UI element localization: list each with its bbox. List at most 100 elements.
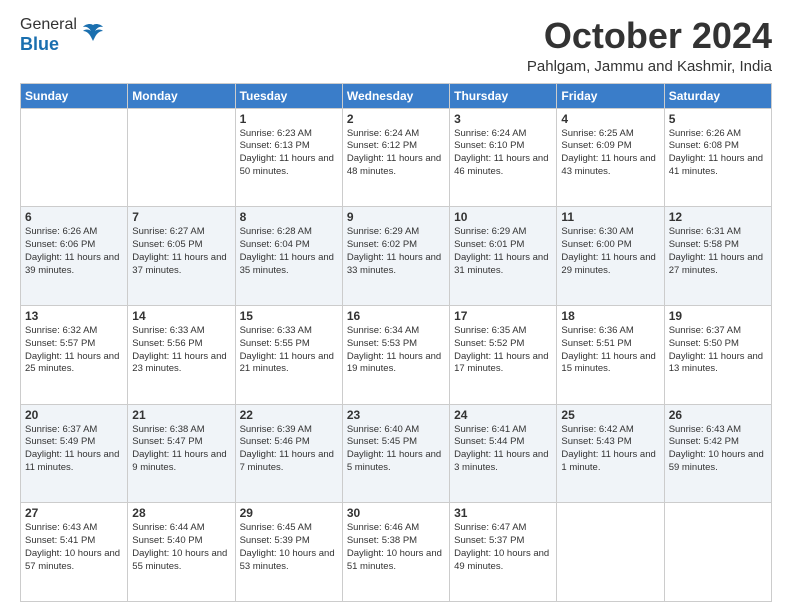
day-number: 23 — [347, 408, 445, 422]
day-number: 16 — [347, 309, 445, 323]
cell-info: Sunrise: 6:39 AM Sunset: 5:46 PM Dayligh… — [240, 424, 338, 475]
cell-info: Sunrise: 6:41 AM Sunset: 5:44 PM Dayligh… — [454, 424, 552, 475]
day-number: 19 — [669, 309, 767, 323]
table-row: 12 Sunrise: 6:31 AM Sunset: 5:58 PM Dayli… — [664, 207, 771, 306]
table-row: 14Sunrise: 6:33 AM Sunset: 5:56 PM Dayli… — [128, 305, 235, 404]
cell-info: Sunrise: 6:42 AM Sunset: 5:43 PM Dayligh… — [561, 424, 659, 475]
day-number: 17 — [454, 309, 552, 323]
cell-info: Sunrise: 6:38 AM Sunset: 5:47 PM Dayligh… — [132, 424, 230, 475]
cell-info: Sunrise: 6:43 AM Sunset: 5:42 PM Dayligh… — [669, 424, 767, 475]
col-sunday: Sunday — [21, 83, 128, 108]
table-row: 27 Sunrise: 6:43 AM Sunset: 5:41 PM Dayli… — [21, 503, 128, 602]
day-number: 21 — [132, 408, 230, 422]
table-row: 20Sunrise: 6:37 AM Sunset: 5:49 PM Dayli… — [21, 404, 128, 503]
day-number: 30 — [347, 506, 445, 520]
col-tuesday: Tuesday — [235, 83, 342, 108]
table-row: 3 Sunrise: 6:24 AM Sunset: 6:10 PM Daylig… — [450, 108, 557, 207]
cell-info: Sunrise: 6:24 AM Sunset: 6:10 PM Dayligh… — [454, 128, 552, 179]
day-number: 12 — [669, 210, 767, 224]
calendar: Sunday Monday Tuesday Wednesday Thursday… — [20, 83, 772, 602]
day-number: 10 — [454, 210, 552, 224]
table-row: 1Sunrise: 6:23 AM Sunset: 6:13 PM Daylig… — [235, 108, 342, 207]
cell-info: Sunrise: 6:28 AM Sunset: 6:04 PM Dayligh… — [240, 226, 338, 277]
day-number: 25 — [561, 408, 659, 422]
day-number: 28 — [132, 506, 230, 520]
header: General Blue October 2024 Pahlgam, Jammu… — [20, 16, 772, 75]
calendar-week-row: 27 Sunrise: 6:43 AM Sunset: 5:41 PM Dayli… — [21, 503, 772, 602]
logo-general: General — [20, 16, 77, 33]
logo-blue: Blue — [20, 34, 59, 54]
day-number: 4 — [561, 112, 659, 126]
table-row — [21, 108, 128, 207]
table-row: 22Sunrise: 6:39 AM Sunset: 5:46 PM Dayli… — [235, 404, 342, 503]
cell-info: Sunrise: 6:26 AM Sunset: 6:08 PM Dayligh… — [669, 128, 767, 179]
calendar-week-row: 6 Sunrise: 6:26 AM Sunset: 6:06 PM Daylig… — [21, 207, 772, 306]
table-row: 8 Sunrise: 6:28 AM Sunset: 6:04 PM Daylig… — [235, 207, 342, 306]
cell-info: Sunrise: 6:32 AM Sunset: 5:57 PM Dayligh… — [25, 325, 123, 376]
table-row: 5 Sunrise: 6:26 AM Sunset: 6:08 PM Daylig… — [664, 108, 771, 207]
cell-info: Sunrise: 6:27 AM Sunset: 6:05 PM Dayligh… — [132, 226, 230, 277]
table-row: 26Sunrise: 6:43 AM Sunset: 5:42 PM Dayli… — [664, 404, 771, 503]
title-block: October 2024 Pahlgam, Jammu and Kashmir,… — [527, 16, 772, 75]
calendar-week-row: 1Sunrise: 6:23 AM Sunset: 6:13 PM Daylig… — [21, 108, 772, 207]
table-row: 21 Sunrise: 6:38 AM Sunset: 5:47 PM Dayli… — [128, 404, 235, 503]
cell-info: Sunrise: 6:23 AM Sunset: 6:13 PM Dayligh… — [240, 128, 338, 179]
calendar-week-row: 20Sunrise: 6:37 AM Sunset: 5:49 PM Dayli… — [21, 404, 772, 503]
cell-info: Sunrise: 6:26 AM Sunset: 6:06 PM Dayligh… — [25, 226, 123, 277]
day-number: 29 — [240, 506, 338, 520]
table-row: 13 Sunrise: 6:32 AM Sunset: 5:57 PM Dayli… — [21, 305, 128, 404]
table-row: 31Sunrise: 6:47 AM Sunset: 5:37 PM Dayli… — [450, 503, 557, 602]
table-row: 10Sunrise: 6:29 AM Sunset: 6:01 PM Dayli… — [450, 207, 557, 306]
calendar-body: 1Sunrise: 6:23 AM Sunset: 6:13 PM Daylig… — [21, 108, 772, 601]
cell-info: Sunrise: 6:24 AM Sunset: 6:12 PM Dayligh… — [347, 128, 445, 179]
table-row: 15 Sunrise: 6:33 AM Sunset: 5:55 PM Dayli… — [235, 305, 342, 404]
table-row: 19 Sunrise: 6:37 AM Sunset: 5:50 PM Dayli… — [664, 305, 771, 404]
table-row: 28Sunrise: 6:44 AM Sunset: 5:40 PM Dayli… — [128, 503, 235, 602]
table-row: 23 Sunrise: 6:40 AM Sunset: 5:45 PM Dayli… — [342, 404, 449, 503]
day-number: 8 — [240, 210, 338, 224]
day-number: 18 — [561, 309, 659, 323]
cell-info: Sunrise: 6:43 AM Sunset: 5:41 PM Dayligh… — [25, 522, 123, 573]
day-number: 7 — [132, 210, 230, 224]
cell-info: Sunrise: 6:40 AM Sunset: 5:45 PM Dayligh… — [347, 424, 445, 475]
cell-info: Sunrise: 6:46 AM Sunset: 5:38 PM Dayligh… — [347, 522, 445, 573]
day-number: 13 — [25, 309, 123, 323]
day-number: 31 — [454, 506, 552, 520]
calendar-week-row: 13 Sunrise: 6:32 AM Sunset: 5:57 PM Dayli… — [21, 305, 772, 404]
day-number: 15 — [240, 309, 338, 323]
cell-info: Sunrise: 6:37 AM Sunset: 5:50 PM Dayligh… — [669, 325, 767, 376]
cell-info: Sunrise: 6:30 AM Sunset: 6:00 PM Dayligh… — [561, 226, 659, 277]
cell-info: Sunrise: 6:37 AM Sunset: 5:49 PM Dayligh… — [25, 424, 123, 475]
cell-info: Sunrise: 6:45 AM Sunset: 5:39 PM Dayligh… — [240, 522, 338, 573]
page: General Blue October 2024 Pahlgam, Jammu… — [0, 0, 792, 612]
table-row: 9Sunrise: 6:29 AM Sunset: 6:02 PM Daylig… — [342, 207, 449, 306]
logo-text: General Blue — [20, 16, 77, 55]
cell-info: Sunrise: 6:31 AM Sunset: 5:58 PM Dayligh… — [669, 226, 767, 277]
day-number: 27 — [25, 506, 123, 520]
cell-info: Sunrise: 6:29 AM Sunset: 6:02 PM Dayligh… — [347, 226, 445, 277]
table-row: 7 Sunrise: 6:27 AM Sunset: 6:05 PM Daylig… — [128, 207, 235, 306]
table-row: 25 Sunrise: 6:42 AM Sunset: 5:43 PM Dayli… — [557, 404, 664, 503]
table-row: 6 Sunrise: 6:26 AM Sunset: 6:06 PM Daylig… — [21, 207, 128, 306]
cell-info: Sunrise: 6:33 AM Sunset: 5:55 PM Dayligh… — [240, 325, 338, 376]
cell-info: Sunrise: 6:36 AM Sunset: 5:51 PM Dayligh… — [561, 325, 659, 376]
day-number: 3 — [454, 112, 552, 126]
col-saturday: Saturday — [664, 83, 771, 108]
day-number: 11 — [561, 210, 659, 224]
table-row — [557, 503, 664, 602]
cell-info: Sunrise: 6:25 AM Sunset: 6:09 PM Dayligh… — [561, 128, 659, 179]
table-row: 24Sunrise: 6:41 AM Sunset: 5:44 PM Dayli… — [450, 404, 557, 503]
table-row — [664, 503, 771, 602]
col-friday: Friday — [557, 83, 664, 108]
day-number: 2 — [347, 112, 445, 126]
table-row: 16Sunrise: 6:34 AM Sunset: 5:53 PM Dayli… — [342, 305, 449, 404]
table-row: 2 Sunrise: 6:24 AM Sunset: 6:12 PM Daylig… — [342, 108, 449, 207]
cell-info: Sunrise: 6:35 AM Sunset: 5:52 PM Dayligh… — [454, 325, 552, 376]
day-number: 5 — [669, 112, 767, 126]
day-number: 6 — [25, 210, 123, 224]
col-wednesday: Wednesday — [342, 83, 449, 108]
header-row: Sunday Monday Tuesday Wednesday Thursday… — [21, 83, 772, 108]
month-title: October 2024 — [527, 16, 772, 56]
col-thursday: Thursday — [450, 83, 557, 108]
table-row: 4 Sunrise: 6:25 AM Sunset: 6:09 PM Daylig… — [557, 108, 664, 207]
